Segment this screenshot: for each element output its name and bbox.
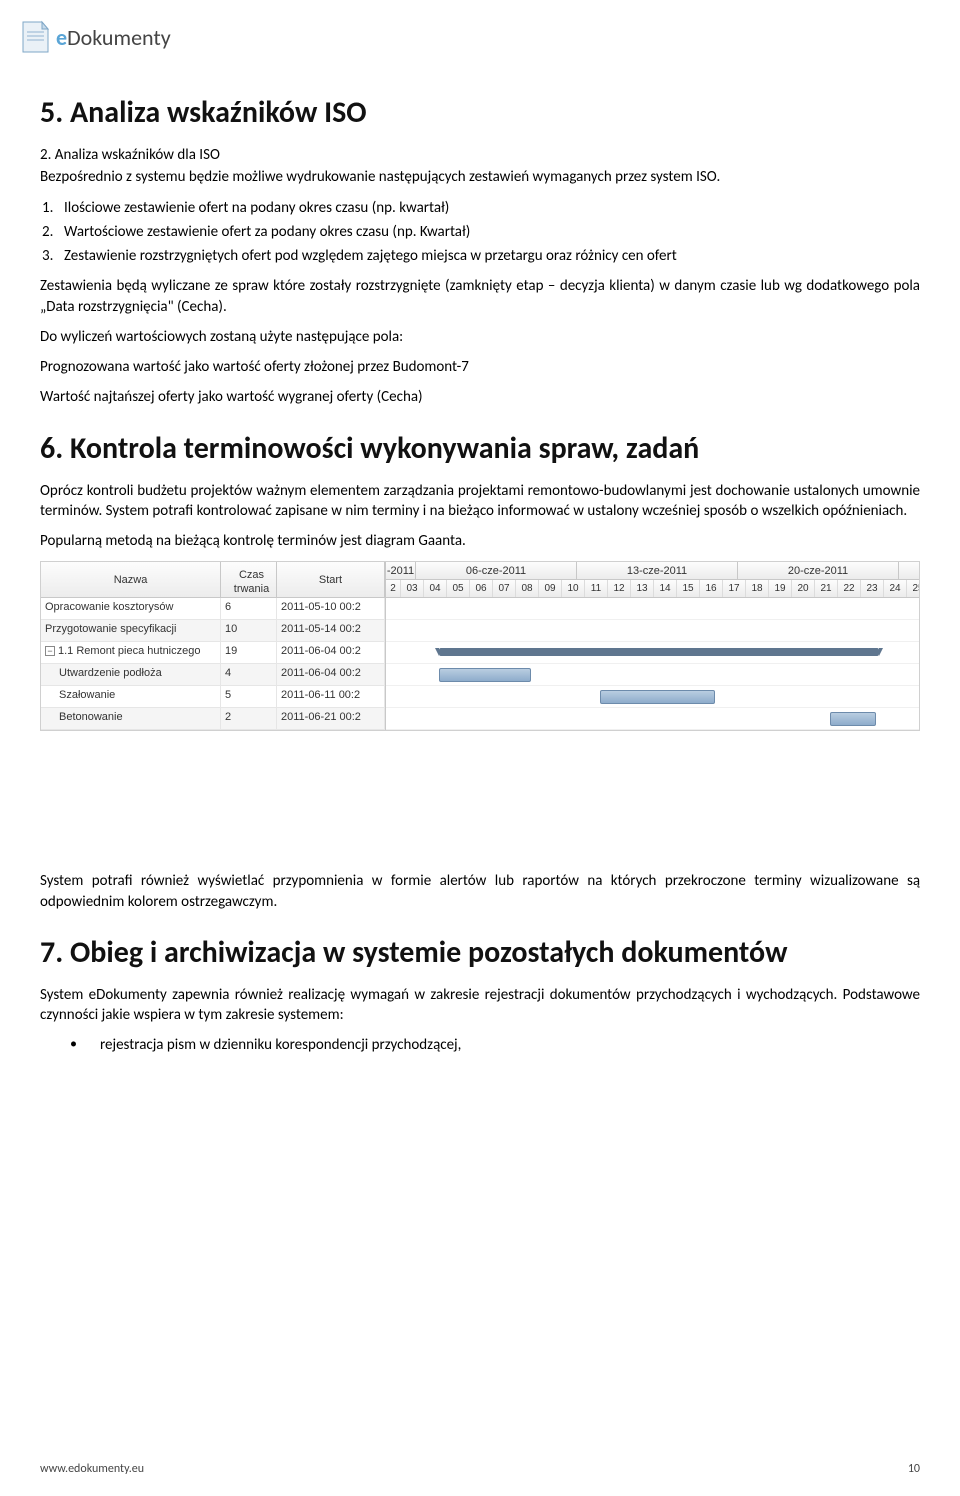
col-header-start: Start bbox=[277, 562, 385, 598]
col-header-name: Nazwa bbox=[41, 562, 221, 598]
gantt-task-bar[interactable] bbox=[600, 690, 715, 704]
section5-list: 1.Ilościowe zestawienie ofert na podany … bbox=[40, 198, 920, 267]
gantt-day-header: 25 bbox=[907, 580, 919, 597]
gantt-day-header: 19 bbox=[769, 580, 792, 597]
cell-duration: 2 bbox=[221, 708, 277, 730]
cell-name: −1.1 Remont pieca hutniczego bbox=[41, 642, 221, 664]
cell-start: 2011-05-10 00:2 bbox=[277, 598, 385, 620]
gantt-summary-bar[interactable] bbox=[439, 648, 879, 656]
gantt-week-header: 06-cze-2011 bbox=[416, 562, 577, 579]
cell-duration: 5 bbox=[221, 686, 277, 708]
section6-p2: Popularną metodą na bieżącą kontrolę ter… bbox=[40, 531, 920, 551]
footer-page: 10 bbox=[908, 1462, 920, 1476]
gantt-day-header: 16 bbox=[700, 580, 723, 597]
gantt-day-header: 15 bbox=[677, 580, 700, 597]
list-item: 3.Zestawienie rozstrzygniętych ofert pod… bbox=[64, 246, 920, 266]
gantt-day-header: 23 bbox=[861, 580, 884, 597]
gantt-bar-row bbox=[386, 708, 919, 730]
cell-name: Utwardzenie podłoża bbox=[41, 664, 221, 686]
gantt-left-rows: Opracowanie kosztorysów62011-05-10 00:2P… bbox=[41, 598, 385, 730]
list-item: 1.Ilościowe zestawienie ofert na podany … bbox=[64, 198, 920, 218]
gantt-day-header: 12 bbox=[608, 580, 631, 597]
list-item: rejestracja pism w dzienniku koresponden… bbox=[100, 1035, 920, 1055]
cell-start: 2011-06-04 00:2 bbox=[277, 642, 385, 664]
section5-p1: Zestawienia będą wyliczane ze spraw któr… bbox=[40, 276, 920, 317]
gantt-day-header: 10 bbox=[562, 580, 585, 597]
gantt-task-bar[interactable] bbox=[439, 668, 531, 682]
page-footer: www.edokumenty.eu 10 bbox=[40, 1462, 920, 1476]
gantt-bar-row bbox=[386, 598, 919, 620]
footer-site: www.edokumenty.eu bbox=[40, 1462, 144, 1476]
section7-title: 7. Obieg i archiwizacja w systemie pozos… bbox=[40, 934, 920, 971]
gantt-left-pane: Nazwa Czas trwania Start Opracowanie kos… bbox=[41, 562, 386, 730]
gantt-day-header: 11 bbox=[585, 580, 608, 597]
gantt-day-header: 06 bbox=[470, 580, 493, 597]
gantt-task-bar[interactable] bbox=[830, 712, 876, 726]
section5-p4: Wartość najtańszej oferty jako wartość w… bbox=[40, 387, 920, 407]
gantt-day-header: 21 bbox=[815, 580, 838, 597]
table-row: Utwardzenie podłoża42011-06-04 00:2 bbox=[41, 664, 385, 686]
section5-title: 5. Analiza wskaźników ISO bbox=[40, 94, 920, 131]
cell-duration: 6 bbox=[221, 598, 277, 620]
gantt-bar-row bbox=[386, 686, 919, 708]
brand-name: eDokumenty bbox=[56, 24, 171, 51]
gantt-day-header: 13 bbox=[631, 580, 654, 597]
gantt-day-header: 14 bbox=[654, 580, 677, 597]
cell-duration: 10 bbox=[221, 620, 277, 642]
table-row: Betonowanie22011-06-21 00:2 bbox=[41, 708, 385, 730]
gantt-bar-row bbox=[386, 664, 919, 686]
gantt-day-header: 07 bbox=[493, 580, 516, 597]
section6-p3: System potrafi również wyświetlać przypo… bbox=[40, 871, 920, 912]
cell-start: 2011-06-04 00:2 bbox=[277, 664, 385, 686]
gantt-week-header: -2011 bbox=[386, 562, 416, 579]
gantt-week-header: 13-cze-2011 bbox=[577, 562, 738, 579]
table-row: Szałowanie52011-06-11 00:2 bbox=[41, 686, 385, 708]
cell-name: Opracowanie kosztorysów bbox=[41, 598, 221, 620]
gantt-day-header: 20 bbox=[792, 580, 815, 597]
gantt-day-header: 18 bbox=[746, 580, 769, 597]
section5-intro: Bezpośrednio z systemu będzie możliwe wy… bbox=[40, 167, 920, 187]
cell-name: Betonowanie bbox=[41, 708, 221, 730]
col-header-dur: Czas trwania bbox=[221, 562, 277, 598]
gantt-day-header: 05 bbox=[447, 580, 470, 597]
gantt-day-header: 24 bbox=[884, 580, 907, 597]
cell-name: Szałowanie bbox=[41, 686, 221, 708]
section7-p1: System eDokumenty zapewnia również reali… bbox=[40, 985, 920, 1026]
cell-start: 2011-06-21 00:2 bbox=[277, 708, 385, 730]
brand-logo: eDokumenty bbox=[20, 20, 920, 54]
gantt-day-header: 03 bbox=[401, 580, 424, 597]
gantt-timeline: -201106-cze-201113-cze-201120-cze-2011 2… bbox=[386, 562, 919, 730]
section5-p2: Do wyliczeń wartościowych zostaną użyte … bbox=[40, 327, 920, 347]
gantt-day-header: 08 bbox=[516, 580, 539, 597]
gantt-day-header: 09 bbox=[539, 580, 562, 597]
cell-start: 2011-06-11 00:2 bbox=[277, 686, 385, 708]
gantt-day-header: 04 bbox=[424, 580, 447, 597]
document-icon bbox=[20, 20, 50, 54]
tree-toggle-icon[interactable]: − bbox=[45, 646, 55, 656]
cell-start: 2011-05-14 00:2 bbox=[277, 620, 385, 642]
section6-p1: Oprócz kontroli budżetu projektów ważnym… bbox=[40, 481, 920, 522]
gantt-chart: Nazwa Czas trwania Start Opracowanie kos… bbox=[40, 561, 920, 731]
section6-title: 6. Kontrola terminowości wykonywania spr… bbox=[40, 430, 920, 467]
gantt-day-header: 22 bbox=[838, 580, 861, 597]
gantt-day-header: 2 bbox=[386, 580, 401, 597]
table-row: Przygotowanie specyfikacji102011-05-14 0… bbox=[41, 620, 385, 642]
gantt-bar-row bbox=[386, 620, 919, 642]
table-row: Opracowanie kosztorysów62011-05-10 00:2 bbox=[41, 598, 385, 620]
section5-p3: Prognozowana wartość jako wartość oferty… bbox=[40, 357, 920, 377]
gantt-day-header: 17 bbox=[723, 580, 746, 597]
cell-name: Przygotowanie specyfikacji bbox=[41, 620, 221, 642]
cell-duration: 4 bbox=[221, 664, 277, 686]
gantt-bar-row bbox=[386, 642, 919, 664]
gantt-week-header: 20-cze-2011 bbox=[738, 562, 899, 579]
cell-duration: 19 bbox=[221, 642, 277, 664]
section5-subhead: 2. Analiza wskaźników dla ISO bbox=[40, 145, 920, 165]
section7-bullets: rejestracja pism w dzienniku koresponden… bbox=[40, 1035, 920, 1055]
list-item: 2.Wartościowe zestawienie ofert za podan… bbox=[64, 222, 920, 242]
table-row: −1.1 Remont pieca hutniczego192011-06-04… bbox=[41, 642, 385, 664]
